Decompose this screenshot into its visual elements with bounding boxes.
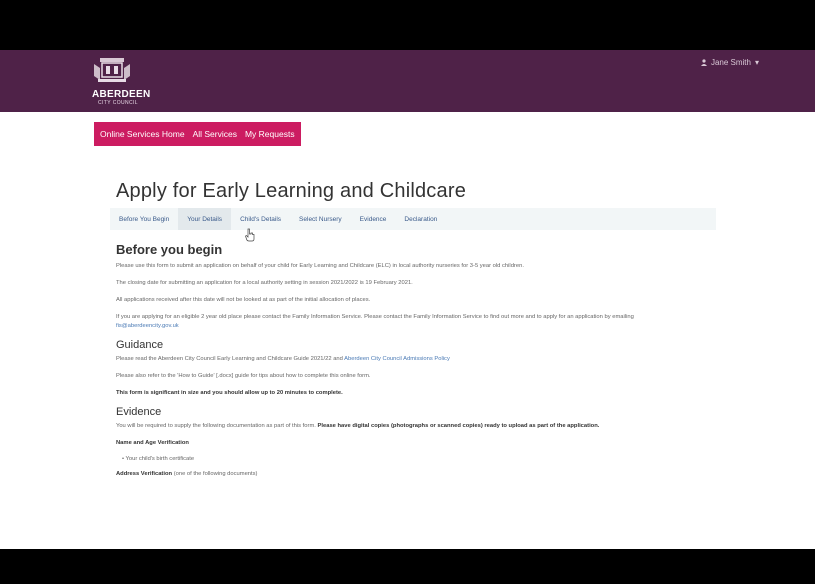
aberdeen-logo[interactable]: ABERDEEN CITY COUNCIL — [92, 56, 172, 106]
form-steps-tabs: Before You Begin Your Details Child's De… — [110, 208, 716, 230]
video-letterbox-top — [0, 0, 815, 50]
site-header: ABERDEEN CITY COUNCIL Jane Smith ▾ — [0, 50, 815, 112]
heading-name-age-verification: Name and Age Verification — [116, 440, 189, 446]
paragraph-guide-text: Please read the Aberdeen City Council Ea… — [116, 356, 343, 362]
tab-before-you-begin[interactable]: Before You Begin — [110, 208, 178, 230]
services-navbar: Online Services Home All Services My Req… — [94, 122, 301, 146]
crest-icon — [94, 58, 130, 82]
tab-select-nursery[interactable]: Select Nursery — [290, 208, 351, 230]
user-icon — [700, 59, 707, 66]
paragraph-late-applications: All applications received after this dat… — [116, 297, 371, 303]
paragraph-time-warning: This form is significant in size and you… — [116, 390, 343, 396]
heading-address-verification: Address Verification — [116, 471, 173, 477]
form-content: Before you begin Please use this form to… — [116, 242, 676, 487]
hand-cursor-icon — [245, 228, 255, 242]
tab-childs-details[interactable]: Child's Details — [231, 208, 290, 230]
tab-your-details[interactable]: Your Details — [178, 208, 232, 230]
paragraph-evidence-bold: Please have digital copies (photographs … — [317, 423, 600, 429]
paragraph-eligible-2yr-text: If you are applying for an eligible 2 ye… — [116, 314, 634, 320]
heading-before-you-begin: Before you begin — [116, 242, 223, 257]
list-item: • Your child's birth certificate — [122, 456, 195, 462]
tab-declaration[interactable]: Declaration — [395, 208, 446, 230]
logo-subtext: CITY COUNCIL — [98, 100, 138, 106]
paragraph-eligible-2yr: If you are applying for an eligible 2 ye… — [116, 313, 676, 331]
user-menu[interactable]: Jane Smith ▾ — [700, 58, 759, 67]
paragraph-intro: Please use this form to submit an applic… — [116, 263, 524, 269]
nav-online-services-home[interactable]: Online Services Home — [100, 129, 185, 139]
paragraph-guide: Please read the Aberdeen City Council Ea… — [116, 355, 676, 364]
video-letterbox-bottom — [0, 549, 815, 584]
paragraph-evidence-text: You will be required to supply the follo… — [116, 423, 316, 429]
nav-my-requests[interactable]: My Requests — [245, 129, 295, 139]
browser-viewport: ABERDEEN CITY COUNCIL Jane Smith ▾ Onlin… — [0, 50, 815, 549]
paragraph-closing-date: The closing date for submitting an appli… — [116, 280, 413, 286]
fis-email-link[interactable]: fis@aberdeencity.gov.uk — [116, 323, 179, 329]
list-item-birth-certificate: Your child's birth certificate — [125, 456, 195, 462]
paragraph-address-verification: Address Verification (one of the followi… — [116, 470, 676, 479]
heading-guidance: Guidance — [116, 339, 164, 351]
logo-wordmark: ABERDEEN — [92, 89, 151, 100]
chevron-down-icon: ▾ — [754, 58, 759, 67]
user-name: Jane Smith — [710, 58, 751, 67]
address-note: (one of the following documents) — [173, 471, 258, 477]
tab-evidence[interactable]: Evidence — [351, 208, 396, 230]
heading-evidence: Evidence — [116, 406, 162, 418]
admissions-policy-link[interactable]: Aberdeen City Council Admissions Policy — [344, 356, 450, 362]
paragraph-how-to-guide: Please also refer to the 'How to Guide' … — [116, 373, 371, 379]
page-title: Apply for Early Learning and Childcare — [116, 180, 467, 202]
paragraph-evidence: You will be required to supply the follo… — [116, 422, 676, 431]
nav-all-services[interactable]: All Services — [193, 129, 237, 139]
